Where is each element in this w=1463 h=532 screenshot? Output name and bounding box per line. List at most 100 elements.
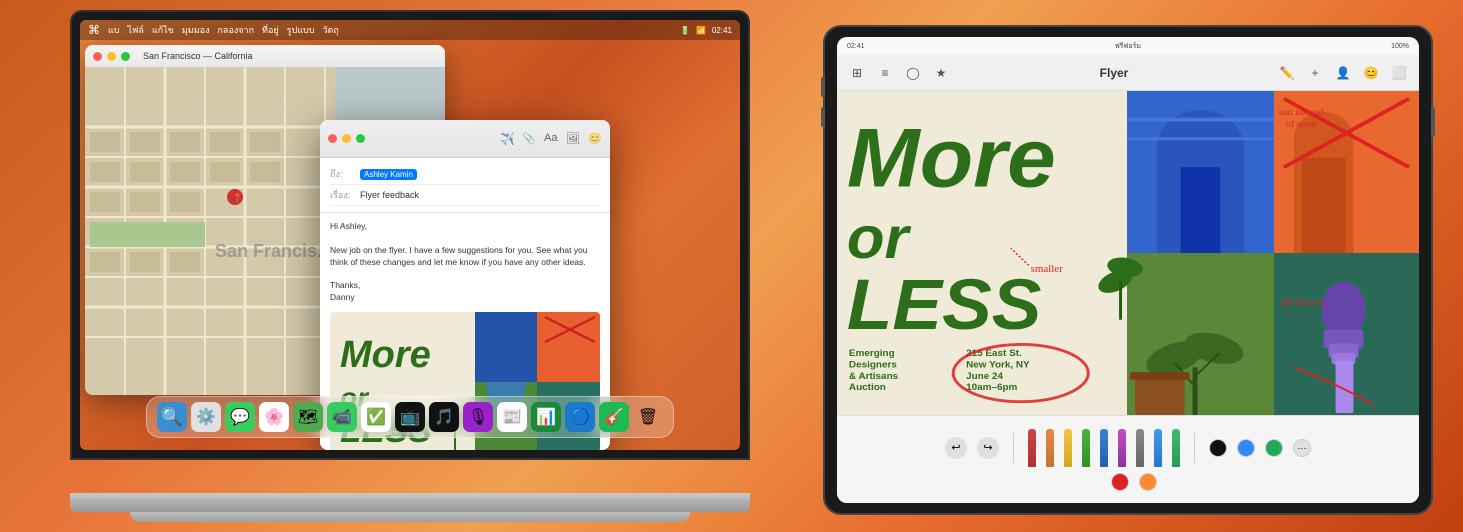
clock: 02:41 (712, 26, 732, 35)
dock: 🔍 ⚙️ 💬 🌸 🗺 📹 ✅ 📺 🎵 🎙 📰 📊 🔵 🎸 🗑 (146, 396, 674, 438)
svg-text:📍: 📍 (232, 192, 243, 203)
menu-item-view[interactable]: มุมมอง (182, 23, 210, 37)
svg-text:New York, NY: New York, NY (966, 360, 1030, 371)
to-label: ถึง: (330, 167, 360, 181)
menu-bar: ⌘ แบ ไฟล์ แก้ไข มุมมอง กลองจาก ที่อยู่ ร… (80, 20, 740, 40)
power-button[interactable] (1431, 107, 1435, 137)
svg-text:Auction: Auction (849, 382, 886, 393)
dock-maps[interactable]: 🗺 (293, 402, 323, 432)
pen-gray[interactable] (1136, 429, 1144, 467)
dock-spotify[interactable]: 🎸 (599, 402, 629, 432)
add-icon[interactable]: + (1305, 63, 1325, 83)
mail-header: ถึง: Ashley Kamin เรื่อง: Flyer feedback (320, 158, 610, 213)
mail-sign-off: Thanks,Danny (330, 280, 600, 304)
toolbar-bottom-row (1100, 473, 1157, 491)
menu-bar-right: 🔋 📶 02:41 (680, 26, 732, 35)
svg-text:smaller: smaller (1031, 263, 1064, 275)
send-icon[interactable]: ✈️ (500, 132, 514, 146)
dock-podcasts[interactable]: 🎙 (463, 402, 493, 432)
redo-button[interactable]: ↪ (977, 437, 999, 459)
dock-finder[interactable]: 🔍 (157, 402, 187, 432)
dock-music[interactable]: 🎵 (429, 402, 459, 432)
photo-icon[interactable]: 🖼 (566, 132, 580, 146)
minimize-button[interactable] (107, 52, 116, 61)
more-options-icon[interactable]: ⬜ (1389, 63, 1409, 83)
color-green[interactable] (1265, 439, 1283, 457)
color-blue[interactable] (1237, 439, 1255, 457)
menu-item-format[interactable]: รูปแบบ (287, 23, 315, 37)
dock-photos[interactable]: 🌸 (259, 402, 289, 432)
mail-greeting: Hi Ashley, (330, 221, 600, 233)
menu-item-window[interactable]: วัตถุ (322, 23, 338, 37)
menu-item-edit[interactable]: แก้ไข (152, 23, 174, 37)
pen-green[interactable] (1082, 429, 1090, 467)
volume-down-button[interactable] (821, 107, 825, 127)
undo-button[interactable]: ↩ (945, 437, 967, 459)
freeform-toolbar: ⊞ ≡ ◯ ★ Flyer ✏️ + 👤 😊 ⬜ (837, 55, 1419, 91)
menu-item-file[interactable]: ไฟล์ (128, 23, 144, 37)
color-black[interactable] (1209, 439, 1227, 457)
grid-view-icon[interactable]: ⊞ (847, 63, 867, 83)
pen-red[interactable] (1028, 429, 1036, 467)
color-orange[interactable] (1139, 473, 1157, 491)
apple-menu[interactable]: ⌘ (88, 23, 100, 37)
mail-close-button[interactable] (328, 134, 337, 143)
pen-blue[interactable] (1100, 429, 1108, 467)
list-view-icon[interactable]: ≡ (875, 63, 895, 83)
dock-facetime[interactable]: 📹 (327, 402, 357, 432)
mail-to-field[interactable]: ถึง: Ashley Kamin (330, 164, 600, 185)
maximize-button[interactable] (121, 52, 130, 61)
ipad-app-name: ฟรีฟอร์ม (1115, 41, 1141, 52)
shapes-icon[interactable]: ◯ (903, 63, 923, 83)
close-button[interactable] (93, 52, 102, 61)
menu-item-go[interactable]: กลองจาก (217, 23, 254, 37)
color-red[interactable] (1111, 473, 1129, 491)
person-icon[interactable]: 👤 (1333, 63, 1353, 83)
dock-launchpad[interactable]: ⚙️ (191, 402, 221, 432)
menu-item-app[interactable]: แบ (108, 23, 120, 37)
mail-minimize-button[interactable] (342, 134, 351, 143)
dock-numbers[interactable]: 📊 (531, 402, 561, 432)
map-title: San Francisco — California (143, 51, 253, 61)
pen-icon[interactable]: ✏️ (1277, 63, 1297, 83)
attach-icon[interactable]: 📎 (522, 132, 536, 146)
star-icon[interactable]: ★ (931, 63, 951, 83)
svg-text:of noon: of noon (1286, 119, 1317, 130)
pen-teal[interactable] (1172, 429, 1180, 467)
pen-purple[interactable] (1118, 429, 1126, 467)
emoji-toolbar-icon[interactable]: 😊 (1361, 63, 1381, 83)
mail-subject-field[interactable]: เรื่อง: Flyer feedback (330, 185, 600, 206)
pen-orange[interactable] (1046, 429, 1054, 467)
toolbar-divider-2 (1194, 433, 1195, 463)
menu-item-bookmarks[interactable]: ที่อยู่ (262, 23, 279, 37)
emoji-icon[interactable]: 😊 (588, 132, 602, 146)
subject-label: เรื่อง: (330, 188, 360, 202)
to-recipient: Ashley Kamin (360, 169, 417, 180)
dock-appletv[interactable]: 📺 (395, 402, 425, 432)
dock-messages[interactable]: 💬 (225, 402, 255, 432)
dock-trash[interactable]: 🗑 (633, 402, 663, 432)
dock-reminders[interactable]: ✅ (361, 402, 391, 432)
dock-appstore[interactable]: 🔵 (565, 402, 595, 432)
macbook: ⌘ แบ ไฟล์ แก้ไข มุมมอง กลองจาก ที่อยู่ ร… (30, 10, 790, 530)
battery-icon: 🔋 (680, 26, 690, 35)
ipad: 02:41 ฟรีฟอร์ม 100% ⊞ ≡ ◯ ★ Flyer ✏️ + 👤… (823, 25, 1433, 515)
svg-text:diff flowers: diff flowers (1279, 298, 1326, 309)
wifi-icon: 📶 (696, 26, 706, 35)
mail-maximize-button[interactable] (356, 134, 365, 143)
drawing-toolbar[interactable]: ↩ ↪ (837, 415, 1419, 503)
more-colors-button[interactable]: ··· (1293, 439, 1311, 457)
map-titlebar: San Francisco — California (85, 45, 445, 67)
dock-news[interactable]: 📰 (497, 402, 527, 432)
format-icon[interactable]: Aa (544, 132, 558, 146)
ipad-screen: 02:41 ฟรีฟอร์ม 100% ⊞ ≡ ◯ ★ Flyer ✏️ + 👤… (837, 37, 1419, 503)
volume-up-button[interactable] (821, 77, 825, 97)
mail-message: New job on the flyer. I have a few sugge… (330, 245, 600, 269)
pen-lightblue[interactable] (1154, 429, 1162, 467)
svg-text:LESS: LESS (847, 266, 1042, 345)
document-title: Flyer (1100, 66, 1129, 80)
toolbar-top-row: ↩ ↪ (945, 429, 1311, 467)
macbook-screen: ⌘ แบ ไฟล์ แก้ไข มุมมอง กลองจาก ที่อยู่ ร… (80, 20, 740, 450)
canvas-area[interactable]: More or LESS Emerging Designers & Artisa… (837, 91, 1419, 415)
pen-yellow[interactable] (1064, 429, 1072, 467)
